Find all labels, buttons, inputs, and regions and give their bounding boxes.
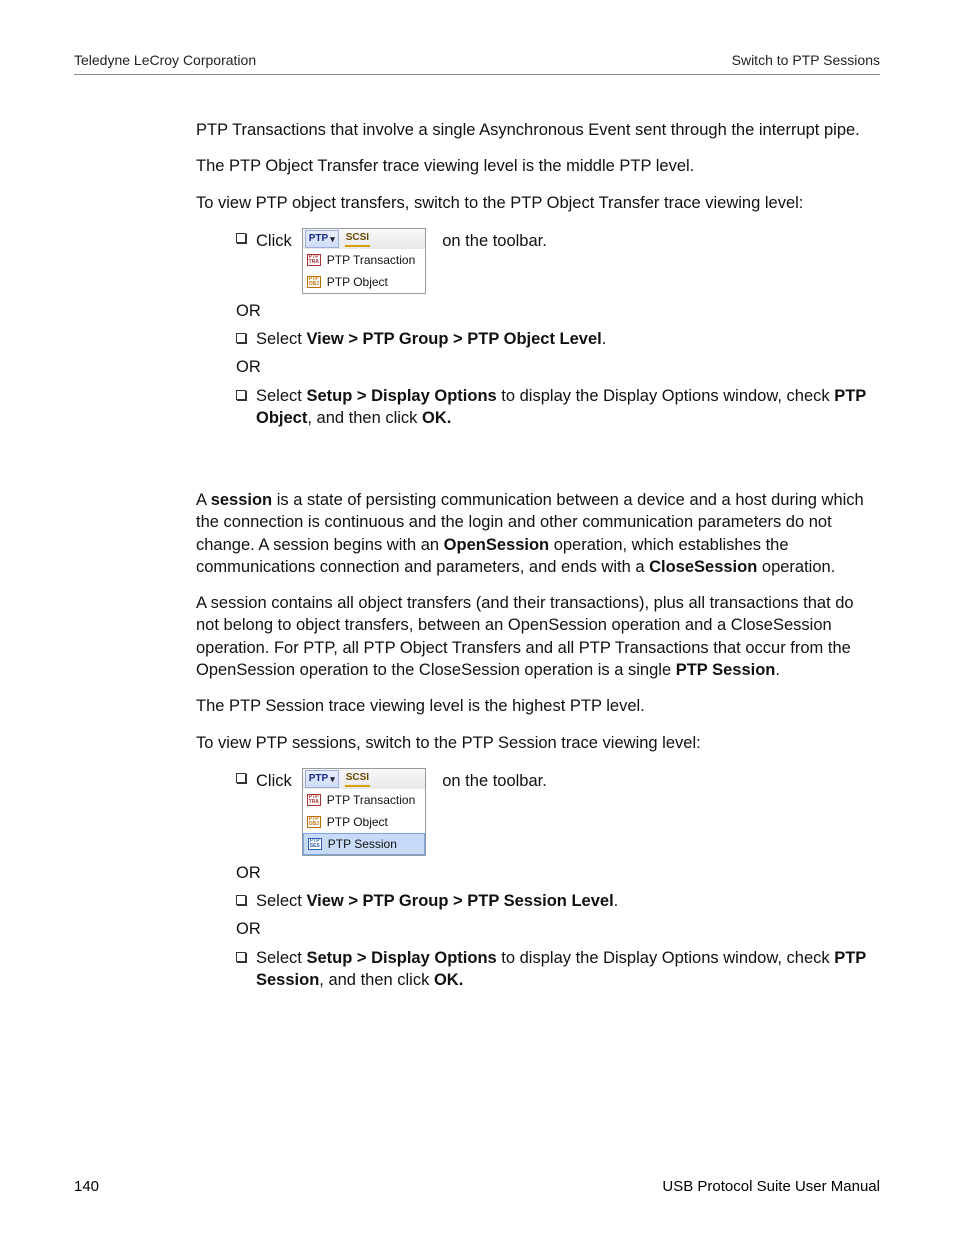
scsi-label[interactable]: SCSI (345, 231, 370, 247)
bold-text: View > PTP Group > PTP Object Level (306, 330, 601, 348)
on-toolbar-text: on the toolbar. (442, 230, 547, 252)
text: . (602, 330, 607, 348)
select-setup-line: Select Setup > Display Options to displa… (256, 385, 880, 430)
bold-text: Setup > Display Options (306, 949, 496, 967)
page-header: Teledyne LeCroy Corporation Switch to PT… (74, 52, 880, 75)
ptp-object-icon: PTPOBJ (307, 276, 321, 288)
menu-item-ptp-object[interactable]: PTPOBJ PTP Object (303, 271, 426, 293)
bold-text: View > PTP Group > PTP Session Level (306, 892, 613, 910)
text: . (775, 661, 780, 679)
session-p3: The PTP Session trace viewing level is t… (196, 695, 880, 717)
ptp-button[interactable]: PTP ▾ (305, 770, 339, 788)
click-label: Click (256, 230, 292, 252)
select-setup-line: Select Setup > Display Options to displa… (256, 947, 880, 992)
session-p2: A session contains all object transfers … (196, 592, 880, 681)
bullet-icon (236, 895, 246, 905)
ptp-label: PTP (309, 772, 328, 786)
menu-item-label: PTP Session (328, 836, 397, 852)
text: Select (256, 892, 306, 910)
ptp-label: PTP (309, 232, 328, 246)
bold-text: OK. (422, 409, 451, 427)
select-view-line: Select View > PTP Group > PTP Object Lev… (256, 328, 880, 350)
on-toolbar-text: on the toolbar. (442, 770, 547, 792)
header-left: Teledyne LeCroy Corporation (74, 52, 256, 68)
bullet-icon (236, 233, 246, 243)
text: , and then click (307, 409, 422, 427)
text: Select (256, 387, 306, 405)
or-text: OR (236, 356, 880, 378)
menu-item-label: PTP Transaction (327, 252, 416, 268)
ptp-transaction-icon: PTPTRA (307, 254, 321, 266)
bold-text: session (211, 491, 272, 509)
menu-item-ptp-object[interactable]: PTPOBJ PTP Object (303, 811, 426, 833)
click-label: Click (256, 770, 292, 792)
or-text: OR (236, 918, 880, 940)
ptp-object-icon: PTPOBJ (307, 816, 321, 828)
text: operation. (757, 558, 835, 576)
bullet-icon (236, 952, 246, 962)
page-number: 140 (74, 1178, 99, 1195)
session-p4: To view PTP sessions, switch to the PTP … (196, 732, 880, 754)
session-p1: A session is a state of persisting commu… (196, 489, 880, 578)
text: to display the Display Options window, c… (497, 387, 835, 405)
header-right: Switch to PTP Sessions (732, 52, 880, 68)
bold-text: PTP Session (676, 661, 776, 679)
text: . (614, 892, 619, 910)
intro-p3: To view PTP object transfers, switch to … (196, 192, 880, 214)
ptp-dropdown-menu: PTP ▾ SCSI PTPTRA PTP Transaction PTPOBJ (302, 768, 427, 856)
ptp-session-icon: PTPSES (308, 838, 322, 850)
menu-item-ptp-transaction[interactable]: PTPTRA PTP Transaction (303, 249, 426, 271)
text: Select (256, 949, 306, 967)
menu-item-label: PTP Object (327, 274, 388, 290)
text: A (196, 491, 211, 509)
dropdown-arrow-icon: ▾ (330, 773, 335, 785)
or-text: OR (236, 300, 880, 322)
intro-p1: PTP Transactions that involve a single A… (196, 119, 880, 141)
bold-text: OpenSession (444, 536, 549, 554)
or-text: OR (236, 862, 880, 884)
scsi-label[interactable]: SCSI (345, 771, 370, 787)
text: to display the Display Options window, c… (497, 949, 835, 967)
bullet-icon (236, 333, 246, 343)
ptp-dropdown-menu: PTP ▾ SCSI PTPTRA PTP Transaction PTPOBJ (302, 228, 427, 294)
ptp-transaction-icon: PTPTRA (307, 794, 321, 806)
intro-p2: The PTP Object Transfer trace viewing le… (196, 155, 880, 177)
bold-text: Setup > Display Options (306, 387, 496, 405)
bullet-icon (236, 773, 246, 783)
text: Select (256, 330, 306, 348)
bullet-icon (236, 390, 246, 400)
select-view-line: Select View > PTP Group > PTP Session Le… (256, 890, 880, 912)
body-content: PTP Transactions that involve a single A… (196, 119, 880, 991)
menu-item-label: PTP Transaction (327, 792, 416, 808)
menu-item-ptp-transaction[interactable]: PTPTRA PTP Transaction (303, 789, 426, 811)
text: , and then click (319, 971, 434, 989)
footer-title: USB Protocol Suite User Manual (662, 1178, 880, 1195)
ptp-button[interactable]: PTP ▾ (305, 230, 339, 248)
bold-text: CloseSession (649, 558, 757, 576)
bold-text: OK. (434, 971, 463, 989)
page-footer: 140 USB Protocol Suite User Manual (74, 1178, 880, 1195)
menu-item-label: PTP Object (327, 814, 388, 830)
dropdown-arrow-icon: ▾ (330, 233, 335, 245)
menu-item-ptp-session[interactable]: PTPSES PTP Session (303, 833, 426, 855)
